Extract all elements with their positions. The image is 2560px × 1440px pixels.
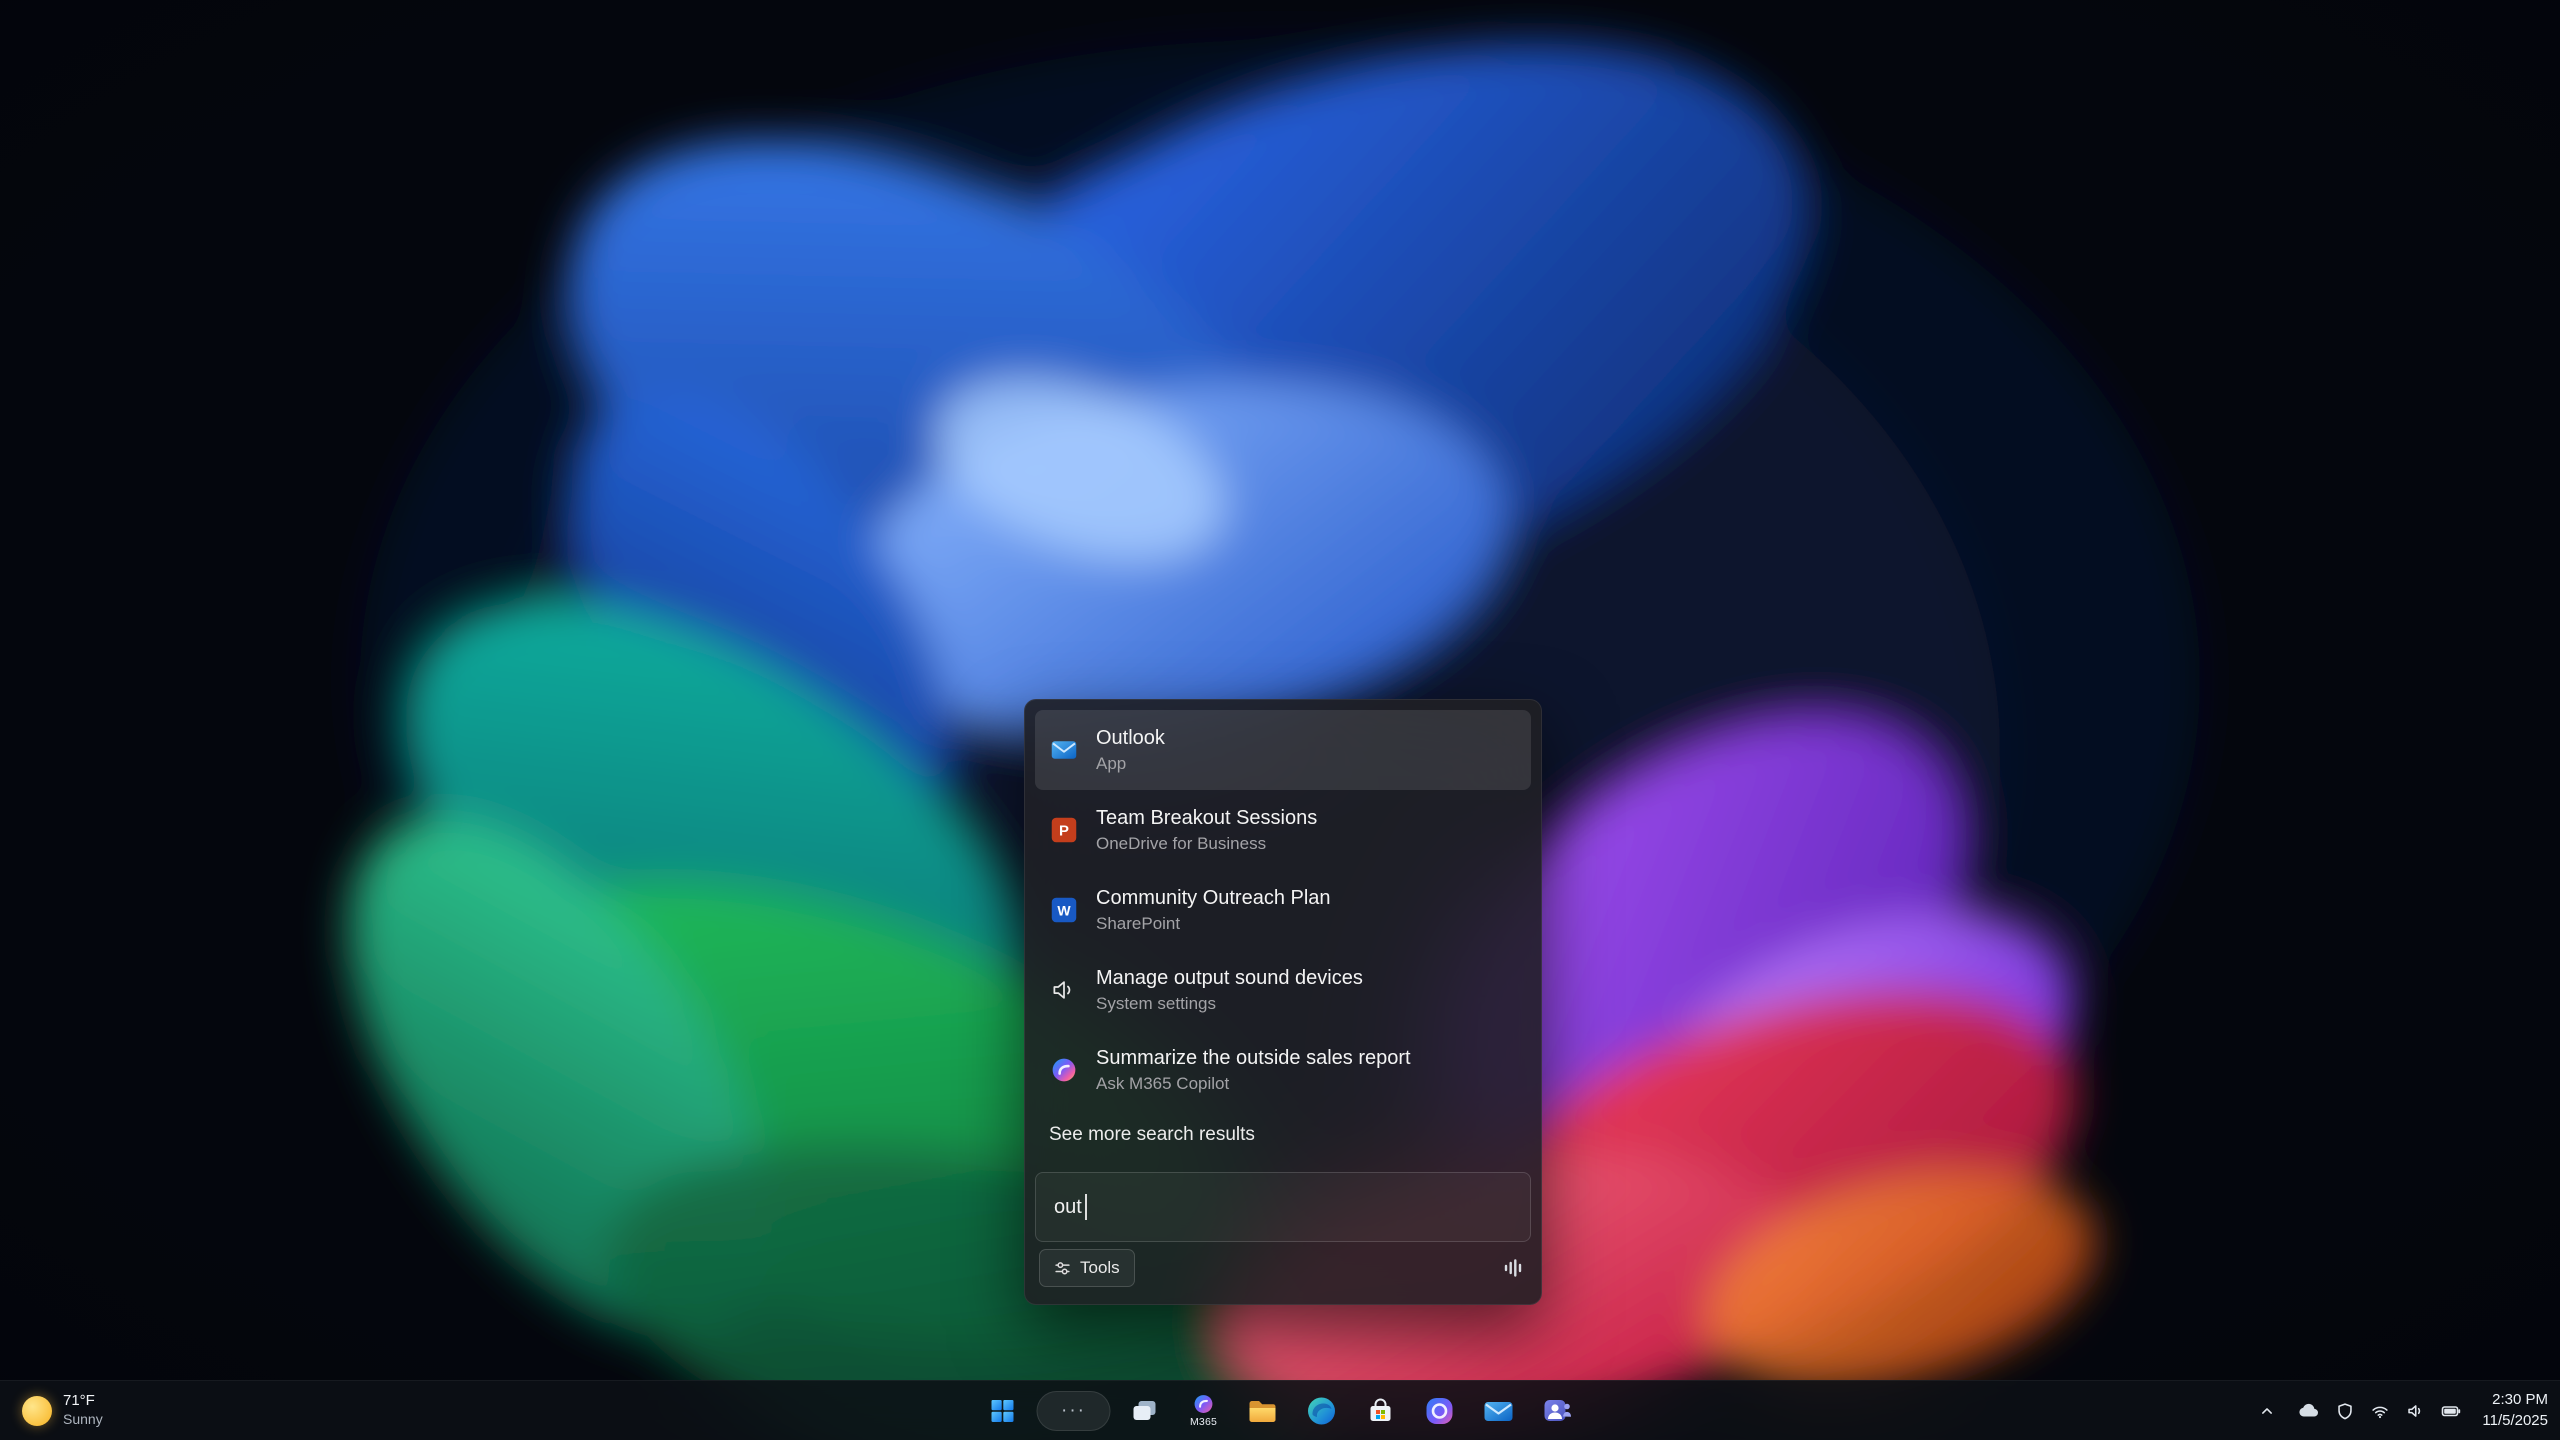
search-input[interactable]: out: [1035, 1172, 1531, 1242]
task-view-button[interactable]: [1120, 1387, 1170, 1435]
copilot-app-icon: [1424, 1395, 1456, 1427]
task-view-icon: [1130, 1396, 1160, 1426]
result-title: Outlook: [1096, 727, 1165, 750]
search-result-community-outreach-plan[interactable]: W Community Outreach Plan SharePoint: [1035, 870, 1531, 950]
audio-bars-icon: [1501, 1256, 1525, 1280]
tools-label: Tools: [1080, 1258, 1120, 1278]
clock-time: 2:30 PM: [2492, 1390, 2548, 1410]
search-flyout: Outlook App P Team Breakout Sessions One…: [1024, 699, 1542, 1305]
taskbar-center: ···: [978, 1381, 1583, 1440]
result-title: Community Outreach Plan: [1096, 887, 1331, 910]
clock-date: 11/5/2025: [2482, 1411, 2548, 1431]
result-subtitle: App: [1096, 754, 1165, 774]
copilot-button[interactable]: [1415, 1387, 1465, 1435]
desktop[interactable]: Outlook App P Team Breakout Sessions One…: [0, 0, 2560, 1440]
speaker-icon: [1049, 975, 1079, 1005]
outlook-app-icon: [1483, 1395, 1515, 1427]
teams-button[interactable]: [1533, 1387, 1583, 1435]
search-result-outlook[interactable]: Outlook App: [1035, 710, 1531, 790]
clock[interactable]: 2:30 PM 11/5/2025: [2482, 1390, 2548, 1431]
search-result-manage-output-sound-devices[interactable]: Manage output sound devices System setti…: [1035, 950, 1531, 1030]
svg-text:W: W: [1057, 902, 1071, 918]
search-results-list: Outlook App P Team Breakout Sessions One…: [1035, 710, 1531, 1110]
file-explorer-icon: [1247, 1395, 1279, 1427]
text-caret: [1085, 1194, 1087, 1220]
chevron-up-icon: [2257, 1401, 2277, 1421]
volume-icon: [2404, 1400, 2426, 1422]
shield-icon: [2334, 1400, 2356, 1422]
outlook-icon: [1049, 735, 1079, 765]
filters-icon: [1054, 1260, 1071, 1277]
taskbar: 71°F Sunny ···: [0, 1380, 2560, 1440]
powerpoint-icon: P: [1049, 815, 1079, 845]
microsoft-store-button[interactable]: [1356, 1387, 1406, 1435]
volume-tray-button[interactable]: [2404, 1400, 2426, 1422]
system-tray: 2:30 PM 11/5/2025: [2257, 1381, 2548, 1440]
search-result-copilot-summarize[interactable]: Summarize the outside sales report Ask M…: [1035, 1030, 1531, 1110]
search-panel-footer: Tools: [1039, 1249, 1525, 1287]
weather-temperature: 71°F: [63, 1392, 95, 1411]
teams-icon: [1542, 1395, 1574, 1427]
start-button[interactable]: [978, 1387, 1028, 1435]
svg-text:P: P: [1059, 823, 1069, 839]
microsoft-store-icon: [1365, 1395, 1397, 1427]
hidden-icons-button[interactable]: [2257, 1401, 2277, 1421]
weather-widget[interactable]: 71°F Sunny: [12, 1387, 113, 1434]
battery-icon: [2439, 1399, 2463, 1423]
result-title: Summarize the outside sales report: [1096, 1047, 1411, 1070]
m365-copilot-button[interactable]: M365: [1179, 1387, 1229, 1435]
outlook-button[interactable]: [1474, 1387, 1524, 1435]
copilot-icon: [1049, 1055, 1079, 1085]
word-icon: W: [1049, 895, 1079, 925]
result-title: Team Breakout Sessions: [1096, 807, 1317, 830]
search-query-text: out: [1054, 1196, 1082, 1219]
edge-icon: [1306, 1395, 1338, 1427]
voice-search-button[interactable]: [1501, 1256, 1525, 1280]
see-more-search-results-link[interactable]: See more search results: [1049, 1124, 1517, 1146]
result-subtitle: OneDrive for Business: [1096, 834, 1317, 854]
search-box[interactable]: ···: [1037, 1391, 1111, 1431]
sun-icon: [22, 1396, 52, 1426]
windows-security-tray-button[interactable]: [2334, 1400, 2356, 1422]
wifi-icon: [2369, 1400, 2391, 1422]
windows-logo-icon: [989, 1397, 1017, 1425]
m365-badge: M365: [1190, 1417, 1217, 1428]
battery-tray-button[interactable]: [2439, 1399, 2463, 1423]
result-subtitle: System settings: [1096, 994, 1363, 1014]
search-result-team-breakout-sessions[interactable]: P Team Breakout Sessions OneDrive for Bu…: [1035, 790, 1531, 870]
weather-condition: Sunny: [63, 1411, 103, 1429]
onedrive-tray-button[interactable]: [2297, 1399, 2321, 1423]
result-title: Manage output sound devices: [1096, 967, 1363, 990]
result-subtitle: SharePoint: [1096, 914, 1331, 934]
onedrive-cloud-icon: [2297, 1399, 2321, 1423]
edge-button[interactable]: [1297, 1387, 1347, 1435]
file-explorer-button[interactable]: [1238, 1387, 1288, 1435]
m365-copilot-icon: [1193, 1393, 1215, 1415]
tools-button[interactable]: Tools: [1039, 1249, 1135, 1287]
search-pill-glyph: ···: [1061, 1400, 1086, 1422]
result-subtitle: Ask M365 Copilot: [1096, 1074, 1411, 1094]
wifi-tray-button[interactable]: [2369, 1400, 2391, 1422]
